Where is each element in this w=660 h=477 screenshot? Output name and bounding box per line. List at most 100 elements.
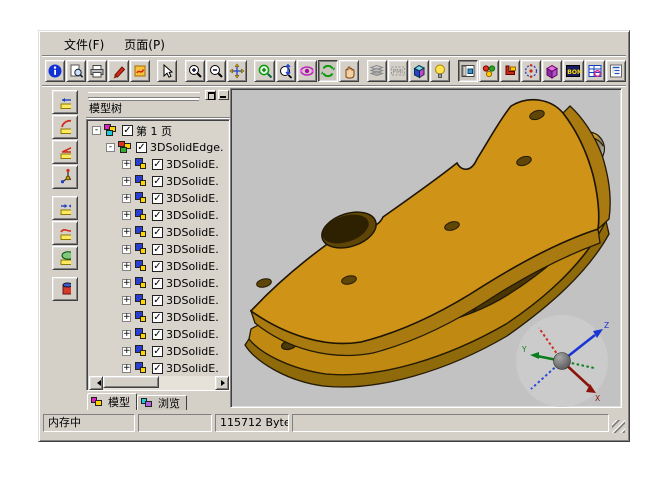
expand-icon[interactable] [122,160,131,169]
expand-icon[interactable] [122,330,131,339]
tree-checkbox[interactable] [152,176,163,187]
light-button[interactable] [430,60,450,82]
assembly-button[interactable] [479,60,499,82]
panel-view-button[interactable] [458,60,478,82]
panel-hide-button[interactable] [218,90,229,100]
color-edit-button[interactable] [130,60,150,82]
zoom-in-button[interactable] [185,60,205,82]
layers-button[interactable] [367,60,387,82]
rotate-center-button[interactable] [521,60,541,82]
expand-icon[interactable] [122,194,131,203]
tree-view-button[interactable] [606,60,626,82]
collapse-icon[interactable] [106,143,115,152]
panel-header[interactable] [86,88,230,101]
tree-checkbox[interactable] [152,261,163,272]
tree-label[interactable]: 3DSolidE. [166,175,219,188]
print-button[interactable] [87,60,107,82]
tree-row-part[interactable]: 3DSolidE. [89,326,229,343]
tree-label[interactable]: 3DSolidE. [166,243,219,256]
tree-row-part[interactable]: 3DSolidE. [89,343,229,360]
tree-label[interactable]: 3DSolidE. [166,192,219,205]
table-find-button[interactable] [585,60,605,82]
scroll-left-button[interactable] [89,376,103,390]
tree-row-part[interactable]: 3DSolidE. [89,309,229,326]
menu-page[interactable]: 页面(P) [116,34,173,55]
tree-row-part[interactable]: 3DSolidE. [89,275,229,292]
tree-checkbox[interactable] [152,193,163,204]
expand-icon[interactable] [122,279,131,288]
tree-row-part[interactable]: 3DSolidE. [89,224,229,241]
expand-icon[interactable] [122,313,131,322]
measure-distance-button[interactable] [52,90,78,114]
tree-label[interactable]: 3DSolidEdge. [150,141,223,154]
zoom-out-button[interactable] [206,60,226,82]
scroll-track[interactable] [103,376,215,390]
menu-file[interactable]: 文件(F) [56,34,112,55]
tree-label[interactable]: 3DSolidE. [166,362,219,375]
tree-hscrollbar[interactable] [89,376,229,390]
tree-row-part[interactable]: 3DSolidE. [89,156,229,173]
seat-section-button[interactable] [500,60,520,82]
3d-viewport[interactable]: Z Y X [230,88,622,408]
orientation-triad[interactable]: Z Y X [516,315,609,407]
bom-button[interactable]: BOM [563,60,583,82]
view-cube-button[interactable] [409,60,429,82]
pmi-button[interactable]: PMI [388,60,408,82]
scroll-thumb[interactable] [103,376,159,388]
panel-restore-button[interactable] [205,90,216,100]
tree-label[interactable]: 3DSolidE. [166,277,219,290]
measure-area-button[interactable] [52,246,78,270]
measure-volume-button[interactable] [52,277,78,301]
zoom-dynamic-button[interactable] [276,60,296,82]
tree-checkbox[interactable] [152,278,163,289]
tree-checkbox[interactable] [152,312,163,323]
tree-checkbox[interactable] [152,329,163,340]
orbit-rotate-button[interactable] [297,60,317,82]
tab-model[interactable]: 模型 [87,393,137,410]
tree-label[interactable]: 3DSolidE. [166,294,219,307]
solid-cube-button[interactable] [542,60,562,82]
expand-icon[interactable] [122,228,131,237]
select-cursor-button[interactable] [157,60,177,82]
expand-icon[interactable] [122,296,131,305]
tree-label[interactable]: 第 1 页 [136,123,172,139]
expand-icon[interactable] [122,364,131,373]
expand-icon[interactable] [122,177,131,186]
measure-angle-button[interactable] [52,140,78,164]
tab-browse[interactable]: 浏览 [137,395,187,410]
tree-checkbox[interactable] [152,244,163,255]
scroll-right-button[interactable] [215,376,229,390]
panel-grip[interactable] [88,92,200,98]
expand-icon[interactable] [122,262,131,271]
tree-checkbox[interactable] [136,142,147,153]
markup-pen-button[interactable] [108,60,128,82]
tree-row-part[interactable]: 3DSolidE. [89,190,229,207]
tree-checkbox[interactable] [152,346,163,357]
expand-icon[interactable] [122,347,131,356]
tree-checkbox[interactable] [152,210,163,221]
tree-row-part[interactable]: 3DSolidE. [89,292,229,309]
info-button[interactable] [45,60,65,82]
tree-label[interactable]: 3DSolidE. [166,328,219,341]
tree-label[interactable]: 3DSolidE. [166,158,219,171]
tree-row-assembly[interactable]: 3DSolidEdge. [89,139,229,156]
pan-button[interactable] [227,60,247,82]
refresh-button[interactable] [318,60,338,82]
tree-checkbox[interactable] [122,125,133,136]
tree-label[interactable]: 3DSolidE. [166,260,219,273]
tree-row-part[interactable]: 3DSolidE. [89,241,229,258]
tree-row-part[interactable]: 3DSolidE. [89,173,229,190]
tree-label[interactable]: 3DSolidE. [166,209,219,222]
expand-icon[interactable] [122,245,131,254]
tree-row-part[interactable]: 3DSolidE. [89,258,229,275]
print-preview-button[interactable] [66,60,86,82]
collapse-icon[interactable] [92,126,101,135]
tree-checkbox[interactable] [152,227,163,238]
tree-label[interactable]: 3DSolidE. [166,311,219,324]
tree-row-part[interactable]: 3DSolidE. [89,360,229,375]
measure-coordinate-button[interactable] [52,165,78,189]
tree-label[interactable]: 3DSolidE. [166,345,219,358]
measure-curve-button[interactable] [52,221,78,245]
expand-icon[interactable] [122,211,131,220]
measure-radius-button[interactable] [52,115,78,139]
